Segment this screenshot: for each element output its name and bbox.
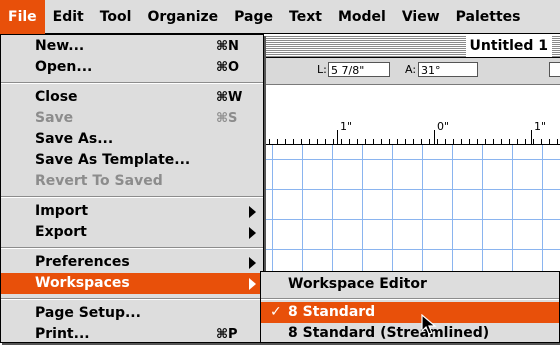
triangle-right-icon: [249, 278, 256, 290]
ruler-tick: [531, 130, 532, 144]
menu-separator: [1, 196, 263, 198]
shortcut-label: ⌘N: [216, 39, 239, 54]
menu-separator: [1, 298, 263, 300]
triangle-right-icon: [249, 257, 256, 269]
menu-item-label: Workspaces: [35, 275, 130, 291]
menu-separator: [261, 298, 559, 300]
menu-item-label: Workspace Editor: [288, 276, 427, 292]
menu-item-label: Import: [35, 203, 89, 219]
length-label: L:: [317, 63, 327, 76]
shortcut-label: ⌘P: [216, 327, 238, 342]
menu-item-save-as-template[interactable]: Save As Template...: [1, 150, 263, 171]
menu-item-preferences[interactable]: Preferences: [1, 252, 263, 273]
menu-item-workspace-editor[interactable]: Workspace Editor: [261, 274, 559, 295]
menu-item-revert-to-saved: Revert To Saved: [1, 171, 263, 192]
angle-field[interactable]: 31°: [418, 62, 478, 77]
menu-item-save: Save ⌘S: [1, 108, 263, 129]
menu-item-label: Revert To Saved: [35, 173, 163, 189]
shortcut-label: ⌘W: [216, 90, 243, 105]
menu-item-8-standard-streamlined[interactable]: 8 Standard (Streamlined): [261, 323, 559, 344]
window-title: Untitled 1: [465, 35, 552, 57]
menu-item-label: New...: [35, 38, 85, 54]
menu-item-label: Print...: [35, 326, 90, 342]
menu-item-label: 8 Standard (Streamlined): [288, 325, 490, 341]
triangle-right-icon: [249, 206, 256, 218]
menu-item-label: Page Setup...: [35, 305, 141, 321]
shortcut-label: ⌘S: [216, 111, 238, 126]
length-field[interactable]: 5 7/8": [328, 62, 390, 77]
menu-model[interactable]: Model: [330, 0, 394, 34]
menu-item-close[interactable]: Close ⌘W: [1, 87, 263, 108]
menu-text[interactable]: Text: [281, 0, 330, 34]
menu-page[interactable]: Page: [226, 0, 281, 34]
menu-item-label: Save As...: [35, 131, 114, 147]
menu-item-workspaces[interactable]: Workspaces: [1, 273, 263, 294]
menu-item-open[interactable]: Open... ⌘O: [1, 57, 263, 78]
menu-item-label: Preferences: [35, 254, 130, 270]
menu-edit[interactable]: Edit: [45, 0, 92, 34]
ruler-tick: [434, 130, 435, 144]
menu-item-page-setup[interactable]: Page Setup...: [1, 303, 263, 324]
menu-tool[interactable]: Tool: [92, 0, 140, 34]
menu-item-save-as[interactable]: Save As...: [1, 129, 263, 150]
ruler-label: 1": [534, 120, 547, 133]
menu-organize[interactable]: Organize: [139, 0, 226, 34]
ruler-tick: [337, 130, 338, 144]
checkmark-icon: ✓: [270, 304, 282, 320]
menu-bar: File Edit Tool Organize Page Text Model …: [0, 0, 560, 34]
workspaces-submenu: Workspace Editor ✓ 8 Standard 8 Standard…: [260, 271, 560, 343]
menu-item-label: Close: [35, 89, 78, 105]
triangle-right-icon: [249, 227, 256, 239]
menu-item-export[interactable]: Export: [1, 222, 263, 243]
menu-item-label: Open...: [35, 59, 93, 75]
menu-file[interactable]: File: [0, 0, 45, 34]
menu-separator: [1, 247, 263, 249]
menu-item-label: 8 Standard: [288, 304, 376, 320]
ruler-label: 0": [437, 120, 450, 133]
menu-item-print[interactable]: Print... ⌘P: [1, 324, 263, 345]
menu-view[interactable]: View: [394, 0, 448, 34]
file-menu: New... ⌘N Open... ⌘O Close ⌘W Save ⌘S Sa…: [0, 34, 264, 343]
menu-item-label: Save As Template...: [35, 152, 191, 168]
horizontal-ruler: 1" 0" 1": [262, 120, 560, 145]
extra-field[interactable]: [549, 62, 560, 77]
arrow-cursor-icon: [421, 314, 437, 335]
menu-item-import[interactable]: Import: [1, 201, 263, 222]
menu-item-new[interactable]: New... ⌘N: [1, 36, 263, 57]
ruler-label: 1": [340, 120, 353, 133]
shortcut-label: ⌘O: [216, 60, 240, 75]
menu-separator: [1, 82, 263, 84]
menu-item-8-standard[interactable]: ✓ 8 Standard: [261, 302, 559, 323]
angle-label: A:: [405, 63, 417, 76]
menu-item-label: Save: [35, 110, 74, 126]
menu-palettes[interactable]: Palettes: [448, 0, 529, 34]
measurement-bar: L: 5 7/8" A: 31°: [262, 58, 560, 85]
menu-item-label: Export: [35, 224, 87, 240]
window-title-bar[interactable]: Untitled 1: [262, 35, 560, 58]
